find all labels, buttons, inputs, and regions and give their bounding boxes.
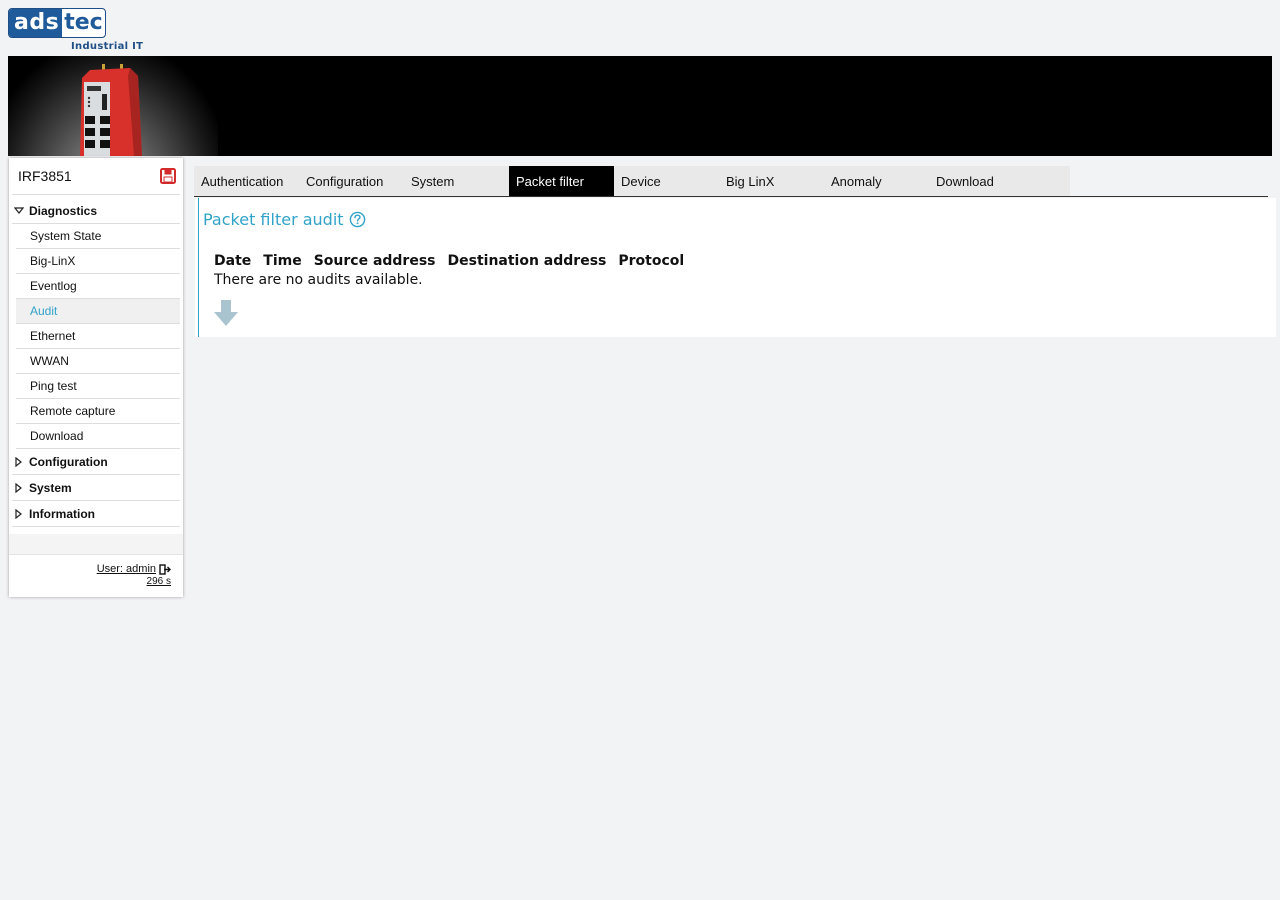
device-image bbox=[80, 64, 142, 156]
session-timer: 296 s bbox=[146, 576, 171, 587]
sidebar-item-ethernet[interactable]: Ethernet bbox=[16, 324, 180, 349]
logo-ads-text: ads bbox=[9, 9, 63, 37]
logo-tagline: Industrial IT bbox=[71, 41, 144, 52]
nav-group-label: Configuration bbox=[29, 454, 108, 469]
sidebar-spacer bbox=[9, 534, 183, 554]
sidebar-item-big-linx[interactable]: Big-LinX bbox=[16, 249, 180, 274]
triangle-right-icon bbox=[12, 456, 26, 467]
tab-device[interactable]: Device bbox=[614, 166, 719, 196]
tab-download[interactable]: Download bbox=[929, 166, 1034, 196]
nav-group-system[interactable]: System bbox=[12, 475, 180, 501]
sidebar-item-ping-test[interactable]: Ping test bbox=[16, 374, 180, 399]
sidebar: IRF3851 Diagnostics System State Big-Lin… bbox=[9, 158, 183, 597]
user-label: User: admin bbox=[96, 563, 156, 575]
nav-group-label: Diagnostics bbox=[29, 203, 98, 218]
page-title-text: Packet filter audit bbox=[203, 210, 344, 229]
user-logout-link[interactable]: User: admin bbox=[97, 563, 171, 575]
tab-big-linx[interactable]: Big LinX bbox=[719, 166, 824, 196]
column-header-date: Date bbox=[214, 253, 252, 269]
sidebar-item-eventlog[interactable]: Eventlog bbox=[16, 274, 180, 299]
top-tabs: Authentication Configuration System Pack… bbox=[194, 166, 1070, 196]
sidebar-item-system-state[interactable]: System State bbox=[16, 224, 180, 249]
column-header-destination-address: Destination address bbox=[447, 253, 607, 269]
header-banner bbox=[8, 56, 1272, 156]
tab-configuration[interactable]: Configuration bbox=[299, 166, 404, 196]
tab-packet-filter[interactable]: Packet filter bbox=[509, 166, 614, 196]
column-header-source-address: Source address bbox=[313, 253, 436, 269]
nav-group-information[interactable]: Information bbox=[12, 501, 180, 527]
nav-group-label: Information bbox=[29, 506, 95, 521]
page-title: Packet filter audit bbox=[203, 210, 366, 229]
device-header: IRF3851 bbox=[12, 158, 180, 195]
nav-group-configuration[interactable]: Configuration bbox=[12, 449, 180, 475]
sidebar-item-audit[interactable]: Audit bbox=[16, 299, 180, 324]
triangle-right-icon bbox=[12, 482, 26, 493]
tab-anomaly[interactable]: Anomaly bbox=[824, 166, 929, 196]
arrow-down-icon[interactable] bbox=[213, 299, 239, 327]
tab-bar-end bbox=[1034, 166, 1070, 196]
device-name: IRF3851 bbox=[18, 168, 72, 184]
sidebar-nav: Diagnostics System State Big-LinX Eventl… bbox=[12, 198, 180, 527]
logo-wordmark: ads tec bbox=[8, 8, 106, 38]
main-content: Packet filter audit Date Time Source add… bbox=[195, 198, 1276, 337]
nav-group-diagnostics[interactable]: Diagnostics bbox=[12, 198, 180, 224]
nav-group-label: System bbox=[29, 480, 72, 495]
column-header-protocol: Protocol bbox=[618, 253, 685, 269]
column-header-time: Time bbox=[263, 253, 302, 269]
content-accent-bar bbox=[198, 198, 199, 337]
save-icon[interactable] bbox=[160, 168, 176, 184]
logout-icon bbox=[159, 563, 171, 575]
sidebar-footer: User: admin 296 s bbox=[9, 554, 183, 597]
tab-underline bbox=[194, 196, 1268, 197]
triangle-right-icon bbox=[12, 508, 26, 519]
sidebar-item-download[interactable]: Download bbox=[16, 424, 180, 449]
brand-logo: ads tec Industrial IT bbox=[8, 8, 143, 54]
tab-authentication[interactable]: Authentication bbox=[194, 166, 299, 196]
logo-tec-text: tec bbox=[64, 10, 103, 35]
diagnostics-submenu: System State Big-LinX Eventlog Audit Eth… bbox=[16, 224, 180, 449]
help-icon[interactable] bbox=[349, 211, 366, 228]
audit-table: Date Time Source address Destination add… bbox=[214, 253, 696, 288]
sidebar-item-remote-capture[interactable]: Remote capture bbox=[16, 399, 180, 424]
empty-message: There are no audits available. bbox=[214, 272, 423, 288]
triangle-down-icon bbox=[12, 206, 26, 215]
table-header-row: Date Time Source address Destination add… bbox=[214, 253, 696, 269]
tab-system[interactable]: System bbox=[404, 166, 509, 196]
sidebar-item-wwan[interactable]: WWAN bbox=[16, 349, 180, 374]
